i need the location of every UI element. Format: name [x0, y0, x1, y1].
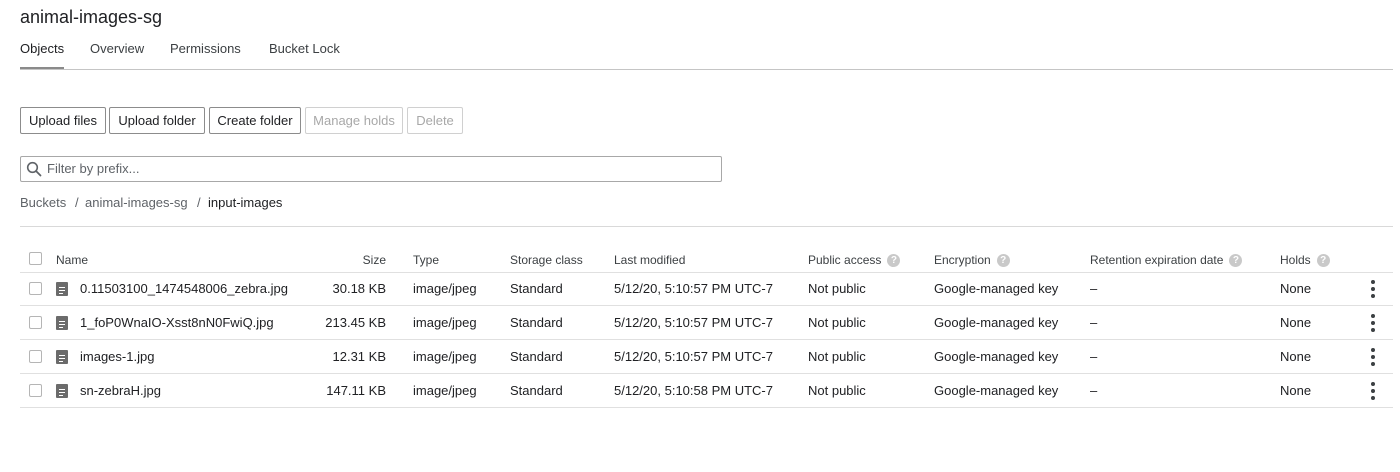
tab-bar: Objects Overview Permissions Bucket Lock: [20, 41, 1393, 70]
file-icon: [56, 282, 68, 296]
public-access: Not public: [808, 383, 866, 398]
table-row[interactable]: sn-zebraH.jpg 147.11 KB image/jpeg Stand…: [20, 374, 1393, 408]
holds: None: [1280, 315, 1312, 330]
more-vert-icon[interactable]: [1370, 314, 1376, 332]
table-row[interactable]: images-1.jpg 12.31 KB image/jpeg Standar…: [20, 340, 1393, 374]
tab-permissions[interactable]: Permissions: [170, 41, 241, 67]
encryption: Google-managed key: [934, 349, 1059, 364]
row-checkbox[interactable]: [29, 350, 42, 363]
file-type: image/jpeg: [413, 349, 477, 364]
file-type: image/jpeg: [413, 315, 477, 330]
encryption: Google-managed key: [934, 315, 1059, 330]
column-name[interactable]: Name: [56, 253, 88, 267]
more-vert-icon[interactable]: [1370, 382, 1376, 400]
tab-overview[interactable]: Overview: [90, 41, 144, 67]
column-type[interactable]: Type: [413, 253, 439, 267]
column-retention: Retention expiration date ?: [1090, 253, 1243, 267]
column-encryption-label[interactable]: Encryption: [934, 253, 991, 267]
more-vert-icon[interactable]: [1370, 280, 1376, 298]
holds: None: [1280, 281, 1312, 296]
file-icon: [56, 384, 68, 398]
file-size: 12.31 KB: [332, 349, 387, 364]
delete-button[interactable]: Delete: [407, 107, 463, 134]
holds: None: [1280, 349, 1312, 364]
tab-objects[interactable]: Objects: [20, 41, 65, 69]
storage-class: Standard: [510, 315, 563, 330]
holds: None: [1280, 383, 1312, 398]
table-row[interactable]: 0.11503100_1474548006_zebra.jpg 30.18 KB…: [20, 272, 1393, 306]
help-icon[interactable]: ?: [1229, 253, 1243, 267]
file-size: 213.45 KB: [325, 315, 386, 330]
help-icon[interactable]: ?: [887, 253, 901, 267]
last-modified: 5/12/20, 5:10:57 PM UTC-7: [614, 349, 773, 364]
file-icon: [56, 316, 68, 330]
column-retention-label[interactable]: Retention expiration date: [1090, 253, 1223, 267]
last-modified: 5/12/20, 5:10:57 PM UTC-7: [614, 281, 773, 296]
divider: [20, 226, 1393, 227]
public-access: Not public: [808, 281, 866, 296]
file-size: 147.11 KB: [326, 383, 386, 398]
filter-input[interactable]: [47, 159, 707, 177]
last-modified: 5/12/20, 5:10:58 PM UTC-7: [614, 383, 773, 398]
storage-class: Standard: [510, 349, 563, 364]
help-icon[interactable]: ?: [996, 253, 1010, 267]
row-checkbox[interactable]: [29, 384, 42, 397]
help-icon[interactable]: ?: [1316, 253, 1330, 267]
file-type: image/jpeg: [413, 281, 477, 296]
row-checkbox[interactable]: [29, 316, 42, 329]
create-folder-button[interactable]: Create folder: [209, 107, 301, 134]
encryption: Google-managed key: [934, 383, 1059, 398]
column-last-modified[interactable]: Last modified: [614, 253, 685, 267]
column-public-access-label[interactable]: Public access: [808, 253, 881, 267]
retention-date: –: [1090, 281, 1098, 296]
file-name-link[interactable]: sn-zebraH.jpg: [80, 383, 161, 398]
file-name-link[interactable]: 0.11503100_1474548006_zebra.jpg: [80, 281, 288, 296]
select-all-checkbox[interactable]: [29, 252, 42, 265]
table-header: Name Size Type Storage class Last modifi…: [20, 248, 1393, 273]
retention-date: –: [1090, 349, 1098, 364]
upload-folder-button[interactable]: Upload folder: [109, 107, 205, 134]
table-row[interactable]: 1_foP0WnaIO-Xsst8nN0FwiQ.jpg 213.45 KB i…: [20, 306, 1393, 340]
storage-class: Standard: [510, 383, 563, 398]
column-size[interactable]: Size: [330, 253, 386, 267]
breadcrumb-buckets[interactable]: Buckets: [20, 195, 66, 210]
storage-class: Standard: [510, 281, 563, 296]
file-type: image/jpeg: [413, 383, 477, 398]
file-size: 30.18 KB: [332, 281, 387, 296]
search-icon: [26, 161, 42, 177]
column-encryption: Encryption ?: [934, 253, 1010, 267]
file-name-link[interactable]: images-1.jpg: [80, 349, 154, 364]
file-name-link[interactable]: 1_foP0WnaIO-Xsst8nN0FwiQ.jpg: [80, 315, 274, 330]
row-checkbox[interactable]: [29, 282, 42, 295]
breadcrumb-separator: /: [197, 195, 201, 210]
column-holds: Holds ?: [1280, 253, 1330, 267]
tab-bucket-lock[interactable]: Bucket Lock: [269, 41, 340, 67]
retention-date: –: [1090, 315, 1098, 330]
manage-holds-button[interactable]: Manage holds: [305, 107, 403, 134]
breadcrumb-bucket[interactable]: animal-images-sg: [85, 195, 188, 210]
column-public-access: Public access ?: [808, 253, 901, 267]
column-storage-class[interactable]: Storage class: [510, 253, 583, 267]
breadcrumb-current-folder: input-images: [208, 195, 283, 210]
bucket-title: animal-images-sg: [20, 7, 163, 27]
encryption: Google-managed key: [934, 281, 1059, 296]
column-holds-label[interactable]: Holds: [1280, 253, 1311, 267]
more-vert-icon[interactable]: [1370, 348, 1376, 366]
last-modified: 5/12/20, 5:10:57 PM UTC-7: [614, 315, 773, 330]
public-access: Not public: [808, 349, 866, 364]
public-access: Not public: [808, 315, 866, 330]
upload-files-button[interactable]: Upload files: [20, 107, 106, 134]
filter-box[interactable]: [20, 156, 722, 182]
breadcrumb-separator: /: [75, 195, 79, 210]
retention-date: –: [1090, 383, 1098, 398]
file-icon: [56, 350, 68, 364]
